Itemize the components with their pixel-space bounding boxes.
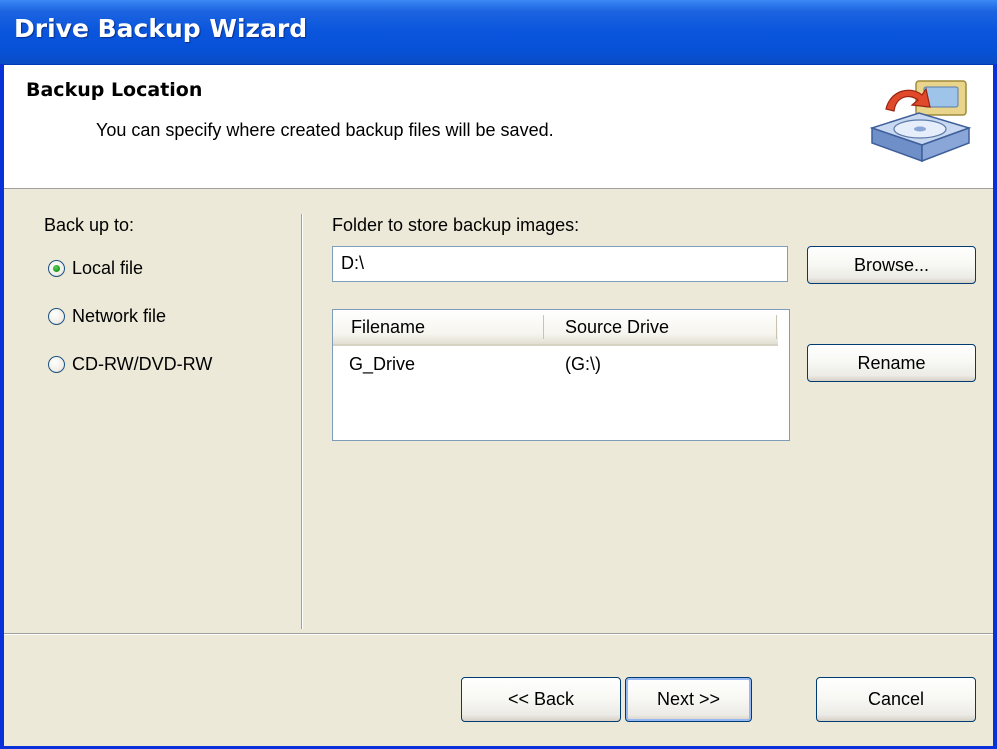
radio-button[interactable] (48, 356, 65, 373)
radio-label: Local file (72, 258, 144, 278)
column-header-filename[interactable]: Filename (351, 317, 425, 338)
source-drive-cell: (G:\) (565, 354, 601, 374)
wizard-window: Drive Backup Wizard Backup Location You … (0, 0, 997, 749)
browse-button[interactable]: Browse... (807, 246, 976, 284)
vertical-divider (301, 214, 302, 629)
window-title: Drive Backup Wizard (14, 14, 308, 43)
rename-button[interactable]: Rename (807, 344, 976, 382)
wizard-header: Backup Location You can specify where cr… (4, 65, 993, 189)
list-header: Filename Source Drive (333, 310, 778, 346)
backup-file-list[interactable]: Filename Source Drive G_Drive (G:\) (332, 309, 790, 441)
wizard-body: Back up to: Local file Network file CD-R… (4, 189, 993, 633)
wizard-footer: << Back Next >> Cancel (4, 633, 993, 746)
back-up-to-label: Back up to: (44, 215, 135, 235)
backup-drive-icon (869, 80, 972, 163)
column-header-source-drive[interactable]: Source Drive (565, 317, 669, 338)
radio-button[interactable] (48, 260, 65, 277)
page-subtitle: You can specify where created backup fil… (96, 120, 554, 140)
folder-label: Folder to store backup images: (332, 215, 580, 235)
radio-label: Network file (72, 306, 167, 326)
column-separator[interactable] (776, 315, 777, 339)
footer-divider (4, 634, 993, 635)
window-frame-right (993, 64, 997, 749)
folder-path-input[interactable]: D:\ (332, 246, 788, 282)
column-separator[interactable] (543, 315, 544, 339)
back-button[interactable]: << Back (461, 677, 621, 722)
filename-cell: G_Drive (349, 354, 416, 374)
page-title: Backup Location (26, 79, 203, 101)
next-button[interactable]: Next >> (625, 677, 752, 722)
cancel-button[interactable]: Cancel (816, 677, 976, 722)
title-bar[interactable]: Drive Backup Wizard (0, 0, 997, 65)
radio-label: CD-RW/DVD-RW (72, 354, 213, 374)
radio-button[interactable] (48, 308, 65, 325)
